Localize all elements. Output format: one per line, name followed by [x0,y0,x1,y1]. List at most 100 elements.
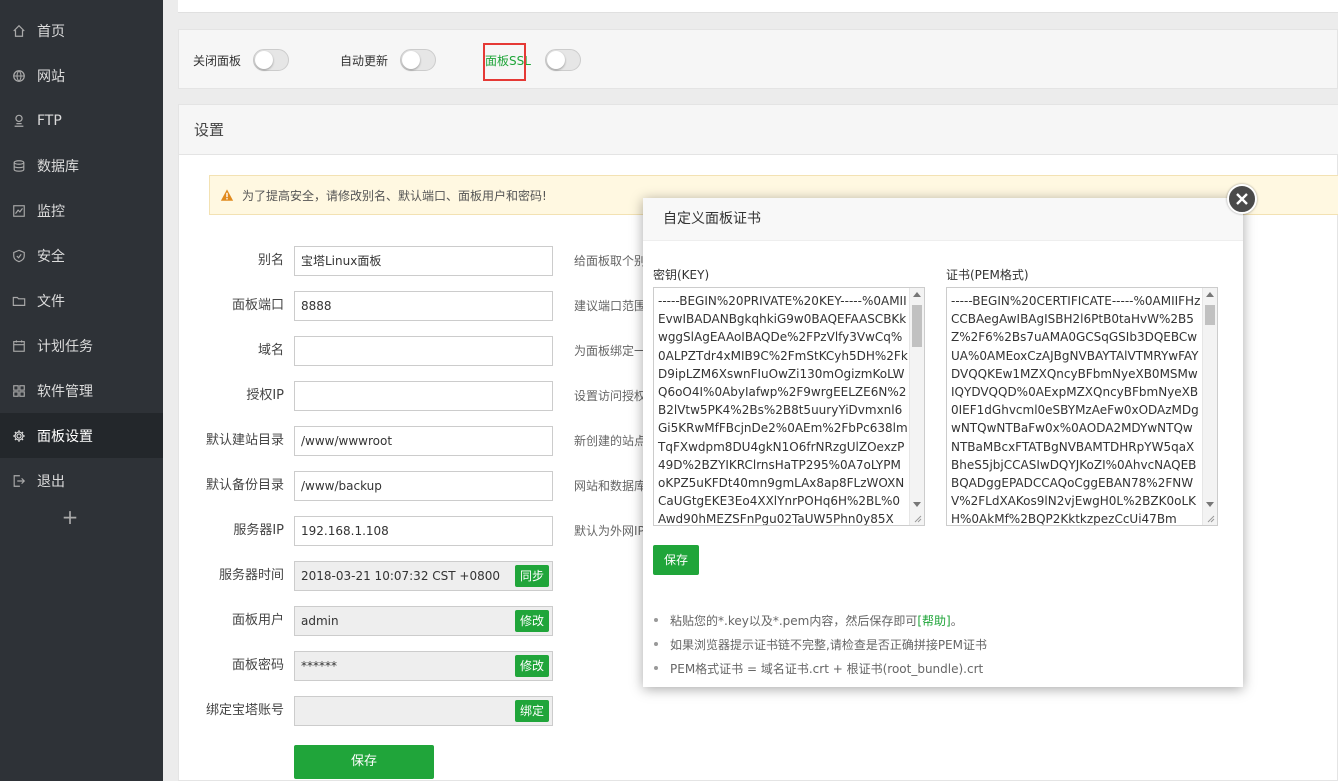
tip-item: 粘贴您的*.key以及*.pem内容，然后保存即可 [帮助] 。 [653,608,1213,632]
port-input[interactable]: 8888 [294,291,553,321]
bind-account-row: 绑定宝塔账号 绑定 [179,696,1338,726]
auth-ip-label: 授权IP [246,388,284,403]
close-dialog-button[interactable] [1227,184,1257,214]
alias-input[interactable]: 宝塔Linux面板 [294,246,553,276]
bullet-icon [654,642,658,646]
scroll-down-icon[interactable] [1206,502,1214,507]
gear-icon [11,428,27,444]
panel-user-value: admin [301,614,339,628]
panel-user-field: admin 修改 [294,606,553,636]
port-hint: 建议端口范围 [574,299,647,313]
close-panel-switch[interactable] [253,49,290,71]
bind-account-field: 绑定 [294,696,553,726]
bullet-icon [654,618,658,622]
close-panel-toggle-group: 关闭面板 [193,30,290,90]
settings-title: 设置 [179,105,1338,155]
save-cert-button[interactable]: 保存 [653,545,699,575]
server-time-label: 服务器时间 [218,568,284,583]
apps-icon [11,383,27,399]
security-warning-text: 为了提高安全，请修改别名、默认端口、面板用户和密码! [242,188,547,203]
server-ip-input[interactable]: 192.168.1.108 [294,516,553,546]
server-time-field: 2018-03-21 10:07:32 CST +0800 同步 [294,561,553,591]
resize-handle-icon[interactable] [912,513,922,523]
tip-text-end: 。 [950,613,963,628]
panel-password-value: ****** [301,659,337,673]
site-dir-input[interactable]: /www/wwwroot [294,426,553,456]
toggle-bar: 关闭面板 自动更新 面板SSL [178,29,1338,89]
database-icon [11,158,27,174]
resize-handle-icon[interactable] [1205,513,1215,523]
auth-ip-input[interactable] [294,381,553,411]
tip-item: 如果浏览器提示证书链不完整,请检查是否正确拼接PEM证书 [653,632,1213,656]
save-settings-button[interactable]: 保存 [294,745,434,779]
sidebar-item-label: 文件 [37,293,65,310]
sidebar-item-software[interactable]: 软件管理 [0,368,163,413]
tip-text: 如果浏览器提示证书链不完整,请检查是否正确拼接PEM证书 [670,637,987,652]
sidebar-item-monitor[interactable]: 监控 [0,188,163,233]
sidebar-item-home[interactable]: 首页 [0,8,163,53]
backup-dir-hint: 网站和数据库 [574,479,647,493]
key-textarea[interactable]: -----BEGIN%20PRIVATE%20KEY-----%0AMIIEvw… [653,287,925,526]
panel-user-label: 面板用户 [231,613,284,628]
sidebar-item-label: FTP [37,112,62,129]
custom-cert-dialog: 自定义面板证书 密钥(KEY) -----BEGIN%20PRIVATE%20K… [643,184,1257,687]
domain-label: 域名 [257,343,284,358]
key-scrollbar[interactable] [909,288,924,525]
sidebar-item-panel-settings[interactable]: 面板设置 [0,413,163,458]
server-ip-hint: 默认为外网IP [574,524,645,538]
sidebar-item-logout[interactable]: 退出 [0,458,163,503]
sidebar-item-security[interactable]: 安全 [0,233,163,278]
edit-user-button[interactable]: 修改 [514,610,549,632]
dialog-tips: 粘贴您的*.key以及*.pem内容，然后保存即可 [帮助] 。 如果浏览器提示… [653,608,1213,680]
auto-update-toggle-group: 自动更新 [340,30,437,90]
alias-hint: 给面板取个别 [574,254,647,268]
tip-text: PEM格式证书 = 域名证书.crt + 根证书(root_bundle).cr… [670,661,984,676]
panel-ssl-switch[interactable] [544,49,581,71]
bind-account-button[interactable]: 绑定 [514,700,549,722]
shield-icon [11,248,27,264]
bind-account-label: 绑定宝塔账号 [205,703,284,718]
backup-dir-input[interactable]: /www/backup [294,471,553,501]
scroll-up-icon[interactable] [1206,292,1214,297]
sidebar-item-label: 退出 [37,473,65,490]
close-panel-label: 关闭面板 [193,53,242,68]
domain-input[interactable] [294,336,553,366]
tip-item: PEM格式证书 = 域名证书.crt + 根证书(root_bundle).cr… [653,656,1213,680]
cert-scrollbar[interactable] [1202,288,1217,525]
sidebar-item-label: 安全 [37,248,65,265]
warning-icon [220,189,234,201]
sidebar-item-files[interactable]: 文件 [0,278,163,323]
auto-update-switch[interactable] [400,49,437,71]
sidebar-item-cron[interactable]: 计划任务 [0,323,163,368]
scroll-thumb[interactable] [1205,305,1215,325]
help-link[interactable]: [帮助] [917,612,950,629]
ftp-icon [11,113,27,129]
bullet-icon [654,666,658,670]
auto-update-label: 自动更新 [340,53,389,68]
add-menu-button[interactable]: + [0,505,140,529]
scroll-thumb[interactable] [912,305,922,347]
sidebar-item-label: 监控 [37,203,65,220]
close-icon [1236,193,1248,205]
home-icon [11,23,27,39]
key-label: 密钥(KEY) [653,268,710,282]
backup-dir-label: 默认备份目录 [205,478,284,493]
sidebar-item-label: 面板设置 [37,428,93,445]
folder-icon [11,293,27,309]
edit-password-button[interactable]: 修改 [514,655,549,677]
dialog-title: 自定义面板证书 [643,198,1243,241]
cert-label: 证书(PEM格式) [946,268,1029,282]
sync-time-button[interactable]: 同步 [514,565,549,587]
tip-text: 粘贴您的*.key以及*.pem内容，然后保存即可 [670,613,918,628]
site-dir-label: 默认建站目录 [205,433,284,448]
globe-icon [11,68,27,84]
sidebar-item-ftp[interactable]: FTP [0,98,163,143]
cert-textarea[interactable]: -----BEGIN%20CERTIFICATE-----%0AMIIFHzCC… [946,287,1218,526]
scroll-up-icon[interactable] [913,292,921,297]
sidebar-item-database[interactable]: 数据库 [0,143,163,188]
domain-hint: 为面板绑定一 [574,344,647,358]
panel-password-label: 面板密码 [231,658,284,673]
key-text: -----BEGIN%20PRIVATE%20KEY-----%0AMIIEvw… [658,294,908,526]
scroll-down-icon[interactable] [913,502,921,507]
sidebar-item-website[interactable]: 网站 [0,53,163,98]
